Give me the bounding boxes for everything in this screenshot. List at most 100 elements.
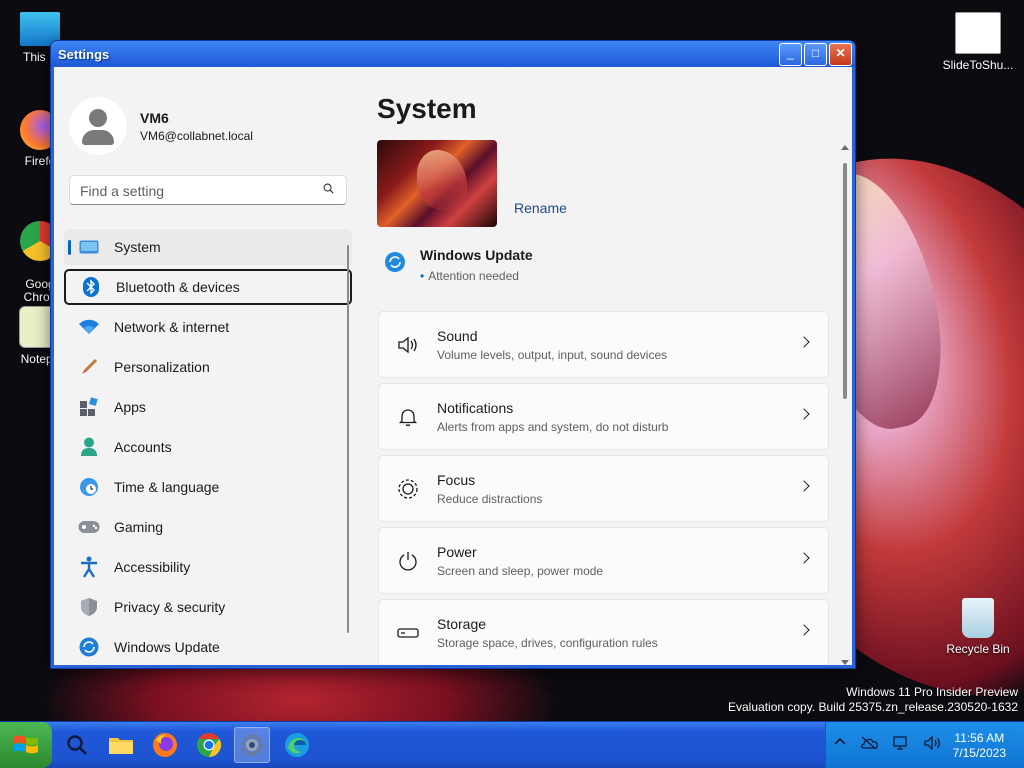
settings-cards: Sound Volume levels, output, input, soun… — [378, 311, 829, 665]
sidebar-item-label: Windows Update — [114, 639, 220, 655]
card-title: Storage — [437, 615, 487, 632]
taskbar-search-button[interactable] — [59, 727, 95, 763]
minimize-button[interactable]: _ — [779, 42, 802, 66]
sidebar-item-bluetooth[interactable]: Bluetooth & devices — [64, 269, 352, 305]
windows-logo-icon — [14, 735, 38, 754]
sidebar-item-accounts[interactable]: Accounts — [64, 429, 352, 465]
search-input[interactable] — [70, 176, 312, 206]
person-icon — [78, 436, 100, 458]
card-subtitle: Storage space, drives, configuration rul… — [437, 635, 658, 650]
start-button[interactable] — [0, 722, 52, 768]
profile-email: VM6@collabnet.local — [140, 128, 253, 143]
avatar — [69, 97, 127, 155]
monitor-icon — [78, 236, 100, 258]
sidebar-item-accessibility[interactable]: Accessibility — [64, 549, 352, 585]
chevron-up-icon[interactable] — [834, 736, 846, 748]
card-storage[interactable]: Storage Storage space, drives, configura… — [378, 599, 829, 665]
bell-icon — [395, 404, 421, 430]
focus-icon — [395, 476, 421, 502]
search-icon[interactable] — [323, 183, 334, 194]
taskbar-file-explorer[interactable] — [103, 727, 139, 763]
storage-icon — [395, 620, 421, 646]
content-scrollbar[interactable] — [840, 145, 850, 665]
card-title: Power — [437, 543, 477, 560]
sidebar-item-label: Accounts — [114, 439, 172, 455]
taskbar-settings[interactable] — [234, 727, 270, 763]
rename-link[interactable]: Rename — [514, 200, 567, 216]
windows-update-title: Windows Update — [420, 247, 533, 263]
search-icon — [67, 735, 87, 755]
user-profile[interactable]: VM6 VM6@collabnet.local — [69, 97, 253, 155]
profile-name: VM6 — [140, 109, 169, 126]
power-icon — [395, 548, 421, 574]
firefox-icon — [153, 733, 177, 757]
settings-client-area: VM6 VM6@collabnet.local System — [54, 67, 852, 665]
evaluation-watermark: Windows 11 Pro Insider Preview Evaluatio… — [728, 685, 1018, 715]
sidebar-item-label: Apps — [114, 399, 146, 415]
card-focus[interactable]: Focus Reduce distractions — [378, 455, 829, 522]
scrollbar-thumb[interactable] — [843, 163, 847, 399]
sidebar-item-label: Gaming — [114, 519, 164, 535]
sidebar-scrollbar[interactable] — [347, 245, 349, 633]
desktop-thumbnail — [377, 140, 497, 227]
watermark-line: Evaluation copy. Build 25375.zn_release.… — [728, 700, 1018, 714]
file-explorer-icon — [109, 738, 133, 754]
sidebar-item-label: System — [114, 239, 161, 255]
card-power[interactable]: Power Screen and sleep, power mode — [378, 527, 829, 594]
sidebar-item-time-language[interactable]: Time & language — [64, 469, 352, 505]
taskbar-clock[interactable]: 11:56 AM 7/15/2023 — [953, 731, 1006, 761]
card-notifications[interactable]: Notifications Alerts from apps and syste… — [378, 383, 829, 450]
clock-time: 11:56 AM — [954, 731, 1005, 745]
sidebar-item-apps[interactable]: Apps — [64, 389, 352, 425]
sidebar-item-network[interactable]: Network & internet — [64, 309, 352, 345]
sidebar-item-system[interactable]: System — [64, 229, 352, 265]
card-sound[interactable]: Sound Volume levels, output, input, soun… — [378, 311, 829, 378]
scroll-down-arrow-icon[interactable] — [841, 660, 849, 665]
title-bar[interactable]: Settings _ □ ✕ — [51, 41, 855, 67]
card-title: Notifications — [437, 399, 514, 416]
system-tray: 11:56 AM 7/15/2023 — [825, 722, 1024, 768]
clock-date: 7/15/2023 — [952, 746, 1006, 760]
desktop-icon-recycle-bin[interactable]: Recycle Bin — [938, 598, 1018, 656]
gamepad-icon — [78, 516, 100, 538]
apps-icon — [78, 396, 100, 418]
scroll-up-arrow-icon[interactable] — [841, 145, 849, 150]
sidebar-item-privacy-security[interactable]: Privacy & security — [64, 589, 352, 625]
sidebar-nav: System Bluetooth & devices Network & int… — [64, 229, 352, 665]
volume-icon[interactable] — [924, 736, 942, 750]
shield-icon — [78, 596, 100, 618]
page-title: System — [377, 93, 477, 124]
chevron-right-icon — [798, 552, 810, 564]
sidebar-item-label: Privacy & security — [114, 599, 226, 615]
search-box — [69, 175, 347, 206]
card-subtitle: Reduce distractions — [437, 491, 543, 506]
sidebar-item-label: Accessibility — [114, 559, 191, 575]
chrome-icon — [197, 733, 222, 757]
windows-update-status[interactable]: Windows Update • Attention needed — [384, 247, 533, 283]
card-subtitle: Volume levels, output, input, sound devi… — [437, 347, 668, 362]
onedrive-offline-icon[interactable] — [860, 736, 878, 750]
network-icon[interactable] — [892, 736, 910, 750]
chevron-right-icon — [798, 624, 810, 636]
update-icon — [78, 636, 100, 658]
taskbar-edge[interactable] — [279, 727, 315, 763]
windows-update-status-text: • Attention needed — [420, 269, 519, 283]
close-button[interactable]: ✕ — [829, 42, 852, 66]
taskbar-firefox[interactable] — [147, 727, 183, 763]
sidebar-item-label: Network & internet — [114, 319, 230, 335]
recycle-bin-icon — [962, 598, 994, 638]
taskbar-chrome[interactable] — [191, 727, 227, 763]
desktop-icon-label: Recycle Bin — [946, 642, 1010, 656]
sidebar-item-gaming[interactable]: Gaming — [64, 509, 352, 545]
sidebar-item-personalization[interactable]: Personalization — [64, 349, 352, 385]
chevron-right-icon — [798, 480, 810, 492]
settings-window: Settings _ □ ✕ VM6 VM6@collabnet.local F… — [50, 40, 856, 669]
card-title: Focus — [437, 471, 476, 488]
maximize-button[interactable]: □ — [804, 42, 827, 66]
card-subtitle: Screen and sleep, power mode — [437, 563, 604, 578]
sidebar-item-label: Bluetooth & devices — [116, 279, 240, 295]
bluetooth-icon — [80, 276, 102, 298]
sidebar-item-label: Personalization — [114, 359, 210, 375]
sidebar-item-windows-update[interactable]: Windows Update — [64, 629, 352, 665]
desktop-icon-slidetoshutdown[interactable]: SlideToShu... — [938, 12, 1018, 72]
